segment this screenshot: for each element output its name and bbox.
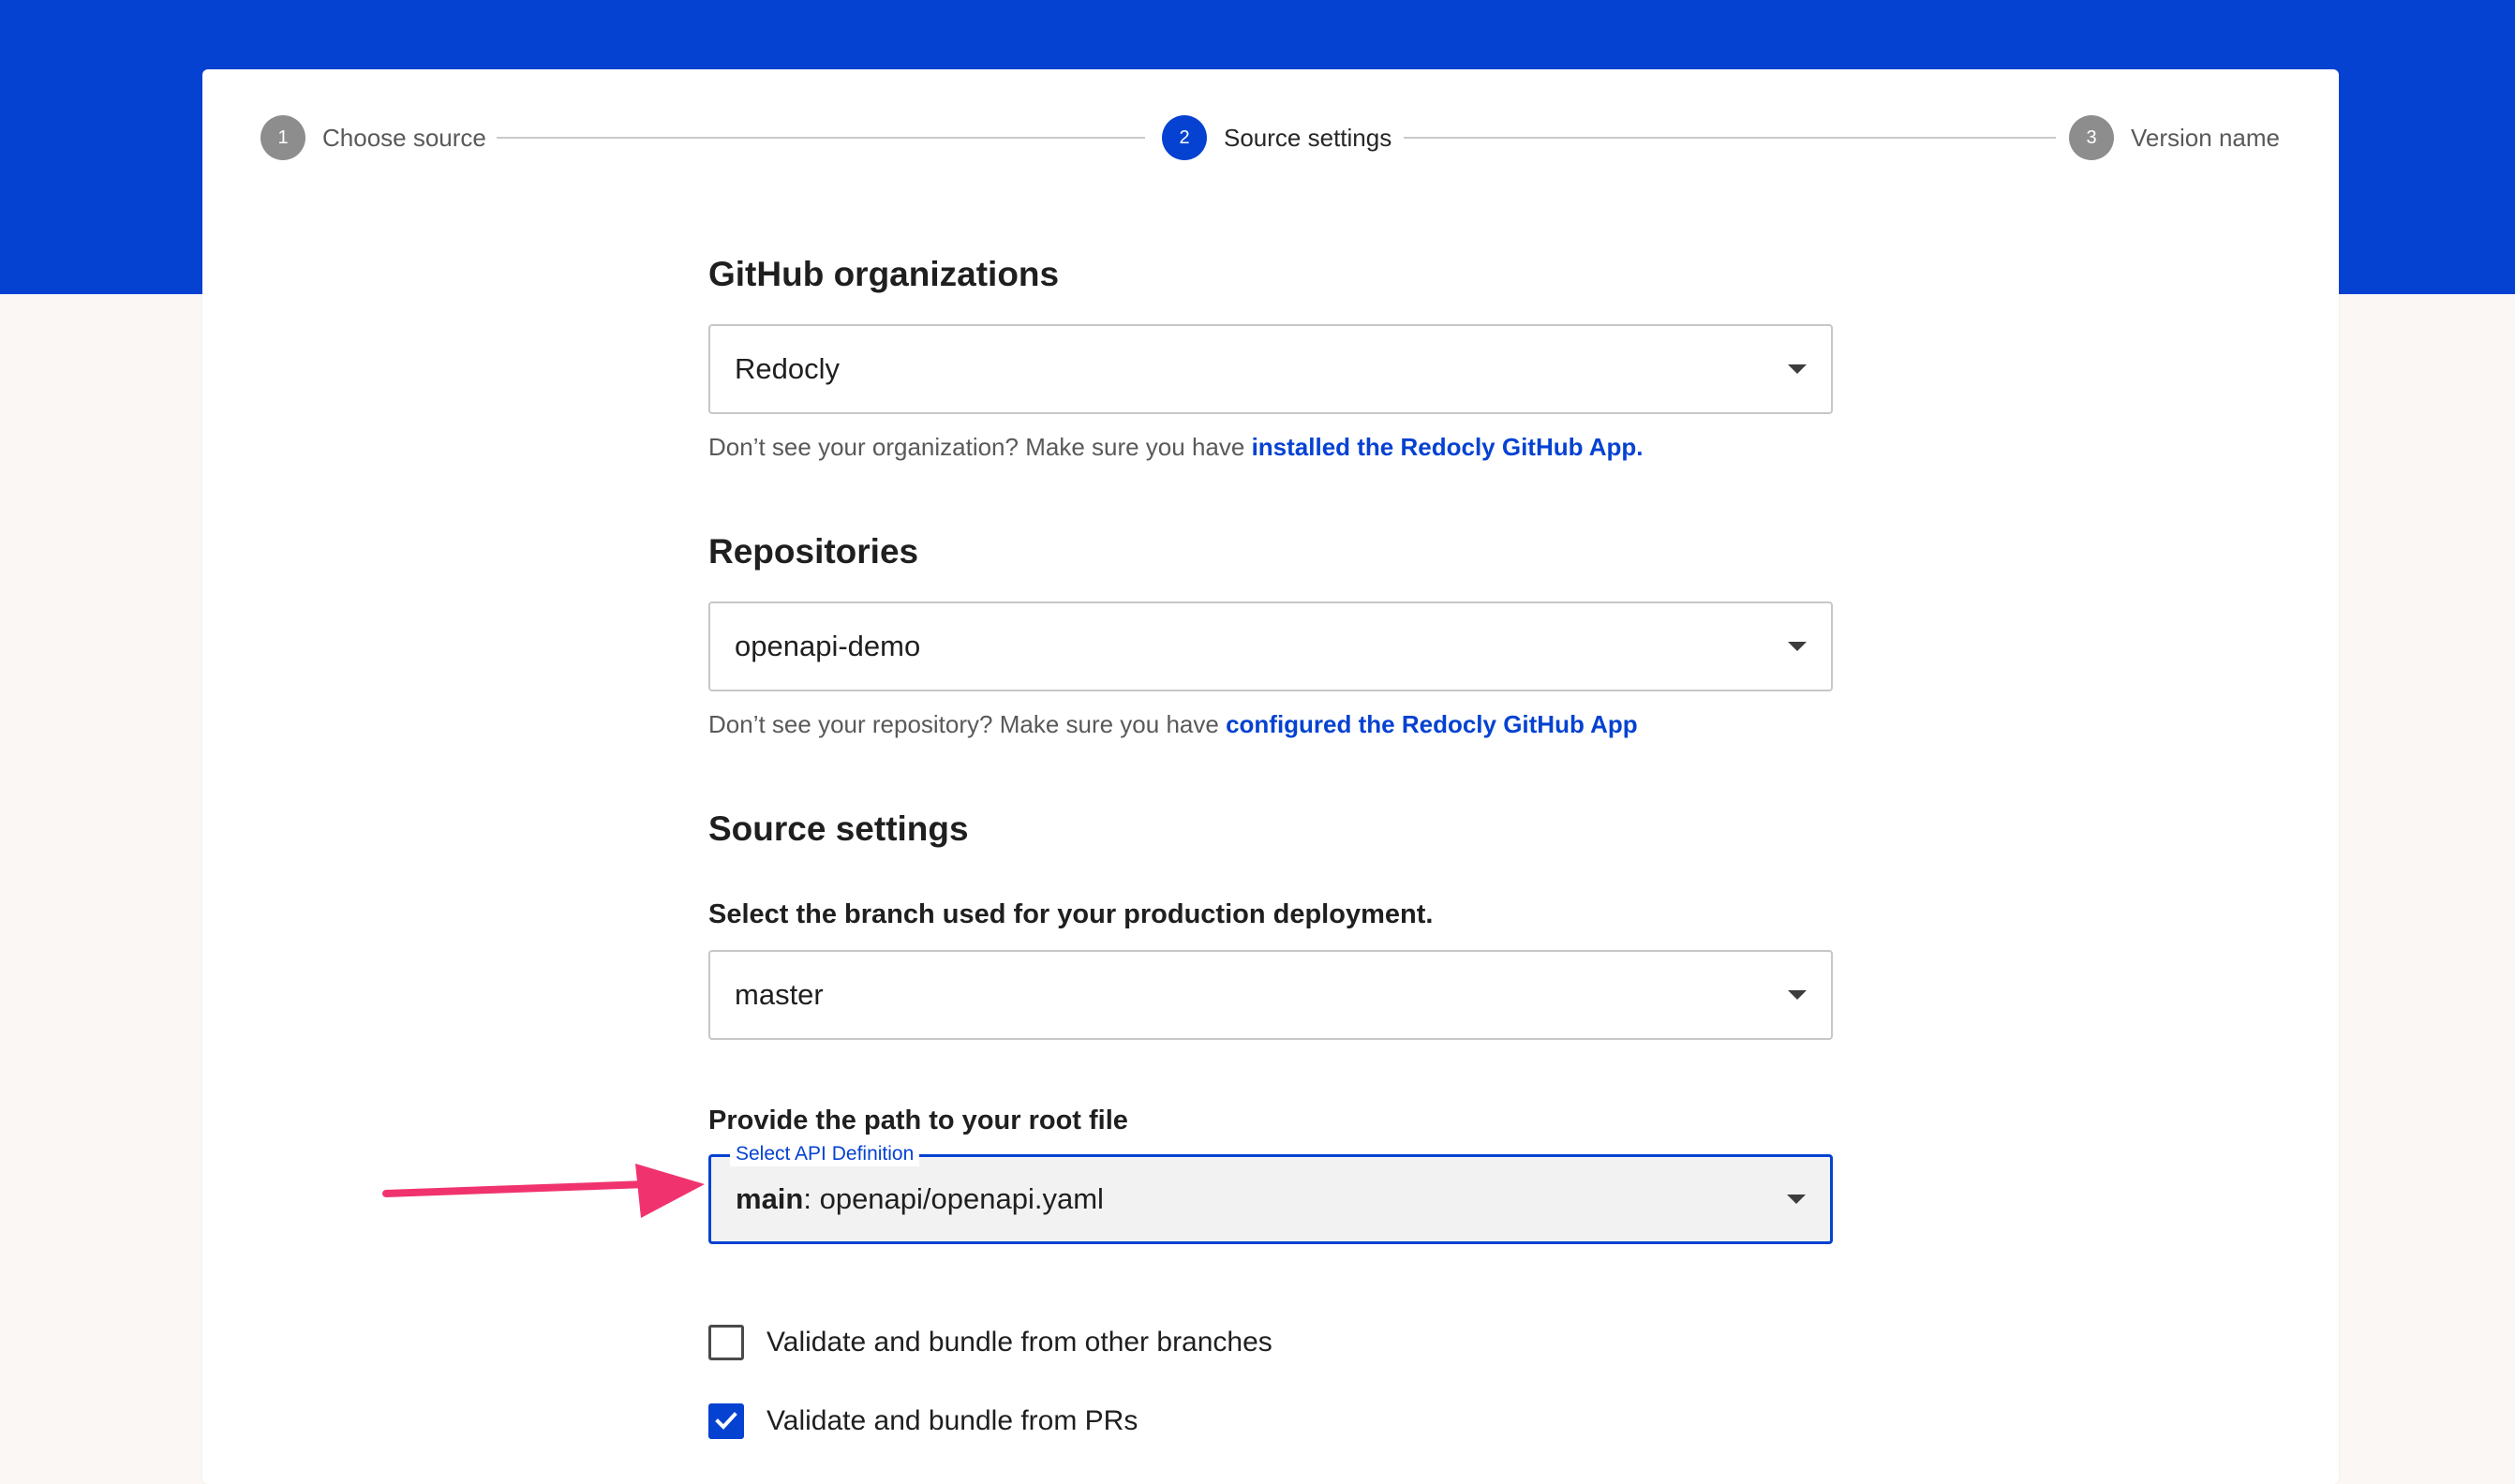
branch-label: Select the branch used for your producti…: [708, 899, 1434, 929]
step-version-name[interactable]: 3 Version name: [2069, 114, 2280, 161]
validate-prs-option[interactable]: Validate and bundle from PRs: [708, 1403, 1138, 1439]
repositories-title: Repositories: [708, 532, 919, 571]
configure-github-app-link[interactable]: configured the Redocly GitHub App: [1226, 710, 1638, 738]
wizard-card: 1 Choose source 2 Source settings 3 Vers…: [202, 69, 2339, 1484]
validate-prs-checkbox[interactable]: [708, 1403, 744, 1439]
source-settings-title: Source settings: [708, 809, 969, 848]
chevron-down-icon: [1787, 1195, 1806, 1204]
annotation-arrow-icon: [382, 1164, 705, 1218]
validate-other-branches-checkbox[interactable]: [708, 1325, 744, 1360]
chevron-down-icon: [1788, 642, 1807, 651]
step-label-version-name: Version name: [2131, 123, 2280, 152]
branch-value: master: [735, 978, 824, 1011]
github-organization-select[interactable]: Redocly: [708, 324, 1833, 414]
validate-prs-label: Validate and bundle from PRs: [766, 1405, 1138, 1436]
api-definition-branch: main: [736, 1182, 804, 1215]
step-label-source-settings: Source settings: [1224, 123, 1392, 152]
repository-help-text: Don’t see your repository? Make sure you…: [708, 710, 1638, 739]
stepper-connector-1: [497, 137, 1145, 139]
step-choose-source[interactable]: 1 Choose source: [260, 114, 486, 161]
step-number-3: 3: [2069, 115, 2114, 160]
chevron-down-icon: [1788, 990, 1807, 1000]
github-organization-value: Redocly: [735, 352, 840, 385]
checkmark-icon: [715, 1412, 737, 1430]
organization-help-prefix: Don’t see your organization? Make sure y…: [708, 433, 1252, 461]
github-organizations-title: GitHub organizations: [708, 255, 1060, 293]
chevron-down-icon: [1788, 364, 1807, 374]
organization-help-text: Don’t see your organization? Make sure y…: [708, 433, 1644, 462]
api-definition-float-label: Select API Definition: [730, 1142, 920, 1166]
api-definition-select[interactable]: Select API Definition main: openapi/open…: [708, 1142, 1833, 1244]
validate-other-branches-option[interactable]: Validate and bundle from other branches: [708, 1325, 1272, 1360]
step-source-settings[interactable]: 2 Source settings: [1162, 114, 1391, 161]
step-number-2: 2: [1162, 115, 1207, 160]
root-file-label: Provide the path to your root file: [708, 1106, 1128, 1135]
stepper-connector-2: [1404, 137, 2056, 139]
step-label-choose-source: Choose source: [322, 123, 486, 152]
api-definition-value: main: openapi/openapi.yaml: [736, 1182, 1104, 1216]
step-number-1: 1: [260, 115, 305, 160]
repository-select[interactable]: openapi-demo: [708, 601, 1833, 691]
repository-value: openapi-demo: [735, 630, 921, 662]
validate-other-branches-label: Validate and bundle from other branches: [766, 1327, 1272, 1358]
api-definition-path: : openapi/openapi.yaml: [803, 1182, 1104, 1215]
install-github-app-link[interactable]: installed the Redocly GitHub App.: [1252, 433, 1644, 461]
branch-select[interactable]: master: [708, 950, 1833, 1040]
repository-help-prefix: Don’t see your repository? Make sure you…: [708, 710, 1227, 738]
